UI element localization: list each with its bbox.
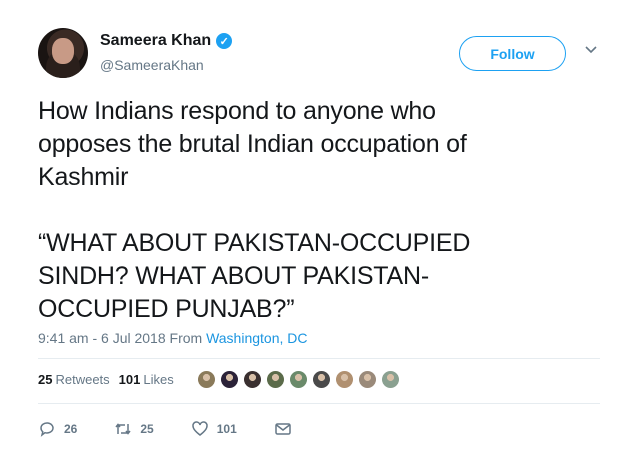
liker-avatar[interactable] xyxy=(242,370,262,389)
likers-avatars xyxy=(196,370,400,389)
retweet-icon xyxy=(115,423,131,435)
like-button[interactable]: 101 xyxy=(191,420,237,438)
retweet-button[interactable]: 25 xyxy=(114,420,154,438)
reply-icon xyxy=(40,422,54,437)
liker-avatar[interactable] xyxy=(334,370,354,389)
liker-avatar[interactable] xyxy=(219,370,239,389)
verified-badge-icon: ✓ xyxy=(216,33,233,49)
like-count: 101 xyxy=(216,422,237,436)
tweet-location-link[interactable]: Washington, DC xyxy=(206,330,307,346)
liker-avatar[interactable] xyxy=(288,370,308,389)
divider xyxy=(38,403,600,404)
liker-avatar[interactable] xyxy=(311,370,331,389)
likes-count: 101 xyxy=(118,372,141,387)
author-display-name[interactable]: Sameera Khan xyxy=(100,32,211,50)
retweets-stat[interactable]: 25 Retweets xyxy=(38,372,110,387)
envelope-icon xyxy=(275,423,291,435)
follow-button[interactable]: Follow xyxy=(459,36,566,71)
liker-avatar[interactable] xyxy=(380,370,400,389)
tweet-actions: 26 25 101 xyxy=(38,420,329,438)
direct-message-button[interactable] xyxy=(274,420,292,438)
tweet-stats: 25 Retweets 101 Likes xyxy=(38,370,400,389)
likes-label: Likes xyxy=(143,372,174,387)
retweet-count: 25 xyxy=(140,422,154,436)
avatar[interactable] xyxy=(38,28,88,78)
tweet-header: Sameera Khan ✓ @SameeraKhan Follow xyxy=(38,28,608,80)
divider xyxy=(38,358,600,359)
likes-stat[interactable]: 101 Likes xyxy=(119,372,174,387)
liker-avatar[interactable] xyxy=(265,370,285,389)
tweet-timestamp[interactable]: 9:41 am - 6 Jul 2018 From xyxy=(38,330,206,346)
liker-avatar[interactable] xyxy=(357,370,377,389)
chevron-down-icon[interactable] xyxy=(584,42,598,56)
author-name-row[interactable]: Sameera Khan ✓ xyxy=(100,32,233,50)
retweets-count: 25 xyxy=(38,372,53,387)
reply-count: 26 xyxy=(64,422,78,436)
liker-avatar[interactable] xyxy=(196,370,216,389)
retweets-label: Retweets xyxy=(55,372,110,387)
heart-icon xyxy=(191,421,208,436)
tweet-text: How Indians respond to anyone who oppose… xyxy=(38,97,471,323)
author-handle[interactable]: @SameeraKhan xyxy=(100,57,204,73)
tweet-meta: 9:41 am - 6 Jul 2018 From Washington, DC xyxy=(38,330,308,346)
reply-button[interactable]: 26 xyxy=(38,420,77,438)
